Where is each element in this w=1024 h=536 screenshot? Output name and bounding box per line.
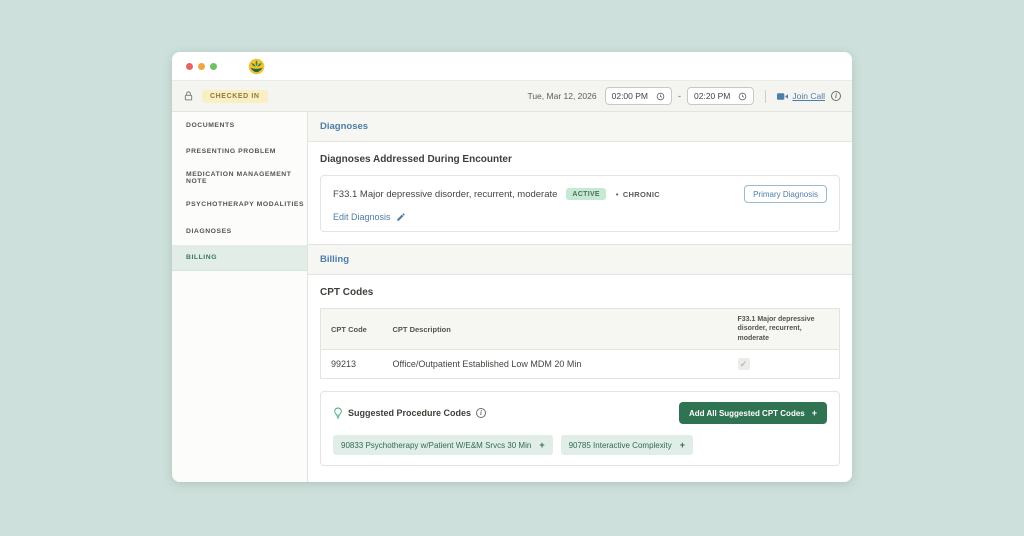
diagnosis-link-checkbox[interactable]: ✓ xyxy=(737,358,750,371)
note-sections-sidebar: DOCUMENTS PRESENTING PROBLEM MEDICATION … xyxy=(172,112,308,482)
plus-icon: + xyxy=(679,440,686,451)
chronicity-label: • CHRONIC xyxy=(616,190,660,199)
sidebar-item-documents[interactable]: DOCUMENTS xyxy=(172,112,307,139)
diagnoses-heading: Diagnoses Addressed During Encounter xyxy=(320,154,512,165)
lightbulb-icon xyxy=(333,407,343,419)
end-time-value: 02:20 PM xyxy=(694,91,731,101)
suggested-procedure-codes-card: Suggested Procedure Codes i Add All Sugg… xyxy=(320,391,840,467)
col-header-diagnosis: F33.1 Major depressive disorder, recurre… xyxy=(727,308,840,351)
bullet-icon: • xyxy=(615,189,619,199)
info-icon[interactable]: i xyxy=(831,91,841,101)
edit-diagnosis-label: Edit Diagnosis xyxy=(333,212,391,222)
suggested-cpt-chip-90785[interactable]: 90785 Interactive Complexity + xyxy=(560,435,694,456)
checked-in-badge: CHECKED IN xyxy=(202,89,268,103)
titlebar xyxy=(172,52,852,80)
cpt-code-cell: 99213 xyxy=(320,349,383,379)
suggested-codes-title: Suggested Procedure Codes xyxy=(348,408,472,419)
cpt-table-row: 99213 Office/Outpatient Established Low … xyxy=(320,349,840,379)
add-all-label: Add All Suggested CPT Codes xyxy=(689,408,805,418)
lock-icon xyxy=(183,90,194,102)
encounter-date: Tue, Mar 12, 2026 xyxy=(527,91,597,101)
sidebar-item-medication-management-note[interactable]: MEDICATION MANAGEMENT NOTE xyxy=(172,165,307,192)
suggested-cpt-chip-90833[interactable]: 90833 Psychotherapy w/Patient W/E&M Srvc… xyxy=(333,435,553,456)
sidebar-item-billing[interactable]: BILLING xyxy=(172,244,307,271)
chronicity-text: CHRONIC xyxy=(622,189,660,199)
billing-section: CPT Codes CPT Code CPT Description F33.1… xyxy=(308,275,852,478)
start-time-value: 02:00 PM xyxy=(611,91,648,101)
sidebar-item-presenting-problem[interactable]: PRESENTING PROBLEM xyxy=(172,139,307,166)
billing-section-header: Billing xyxy=(308,244,852,275)
minimize-window-button[interactable] xyxy=(198,62,205,70)
col-header-cpt-code: CPT Code xyxy=(320,308,383,351)
video-camera-icon xyxy=(777,92,789,101)
diagnoses-section-title: Diagnoses xyxy=(320,121,369,132)
diagnoses-section-header: Diagnoses xyxy=(308,112,852,142)
time-range-separator: - xyxy=(678,91,681,101)
join-call-label: Join Call xyxy=(792,91,825,101)
primary-diagnosis-button[interactable]: Primary Diagnosis xyxy=(744,185,827,203)
end-time-input[interactable]: 02:20 PM xyxy=(687,87,755,105)
chip-label: 90785 Interactive Complexity xyxy=(568,440,672,450)
diagnosis-card: F33.1 Major depressive disorder, recurre… xyxy=(320,175,840,232)
app-window: CHECKED IN Tue, Mar 12, 2026 02:00 PM - … xyxy=(172,52,852,482)
suggested-info-icon[interactable]: i xyxy=(476,408,487,419)
chip-label: 90833 Psychotherapy w/Patient W/E&M Srvc… xyxy=(341,440,532,450)
start-time-input[interactable]: 02:00 PM xyxy=(604,87,672,105)
sidebar-item-diagnoses[interactable]: DIAGNOSES xyxy=(172,218,307,245)
cpt-description-cell: Office/Outpatient Established Low MDM 20… xyxy=(382,349,728,379)
main-panel: Diagnoses Diagnoses Addressed During Enc… xyxy=(308,112,852,482)
pencil-icon xyxy=(396,212,406,222)
zoom-window-button[interactable] xyxy=(210,62,217,70)
lotus-logo-icon xyxy=(248,58,265,75)
billing-section-title: Billing xyxy=(320,254,350,265)
plus-icon: + xyxy=(539,440,545,451)
status-badge: ACTIVE xyxy=(566,188,606,200)
cpt-codes-heading: CPT Codes xyxy=(320,287,374,298)
sidebar-item-psychotherapy-modalities[interactable]: PSYCHOTHERAPY MODALITIES xyxy=(172,192,307,219)
diagnosis-name: F33.1 Major depressive disorder, recurre… xyxy=(333,188,558,200)
check-icon: ✓ xyxy=(739,358,748,369)
close-window-button[interactable] xyxy=(186,62,193,70)
plus-icon: + xyxy=(811,408,817,419)
cpt-codes-table: CPT Code CPT Description F33.1 Major dep… xyxy=(320,308,840,380)
header-divider xyxy=(765,89,767,103)
encounter-header: CHECKED IN Tue, Mar 12, 2026 02:00 PM - … xyxy=(172,80,852,112)
edit-diagnosis-link[interactable]: Edit Diagnosis xyxy=(333,212,827,222)
join-call-link[interactable]: Join Call xyxy=(777,91,825,101)
col-header-cpt-description: CPT Description xyxy=(382,308,728,351)
clock-icon xyxy=(656,92,665,101)
diagnoses-section: Diagnoses Addressed During Encounter F33… xyxy=(308,142,852,244)
add-all-suggested-button[interactable]: Add All Suggested CPT Codes + xyxy=(679,402,827,425)
clock-icon xyxy=(738,92,747,101)
